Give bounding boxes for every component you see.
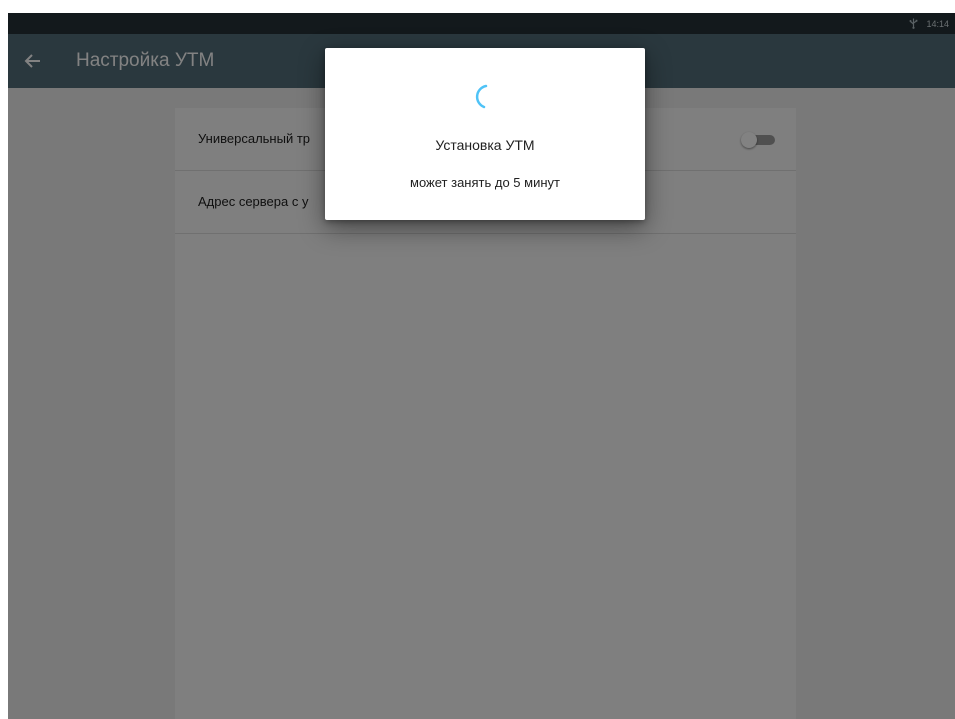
dialog-message: может занять до 5 минут [410,175,560,190]
tablet-screen: 14:14 Настройка УТМ Универсальный тр Адр… [8,13,955,719]
dialog-title: Установка УТМ [435,137,535,153]
progress-dialog: Установка УТМ может занять до 5 минут [325,48,645,220]
loading-spinner-icon [465,78,501,114]
modal-scrim: Установка УТМ может занять до 5 минут [8,13,955,719]
screen: 14:14 Настройка УТМ Универсальный тр Адр… [0,0,955,719]
